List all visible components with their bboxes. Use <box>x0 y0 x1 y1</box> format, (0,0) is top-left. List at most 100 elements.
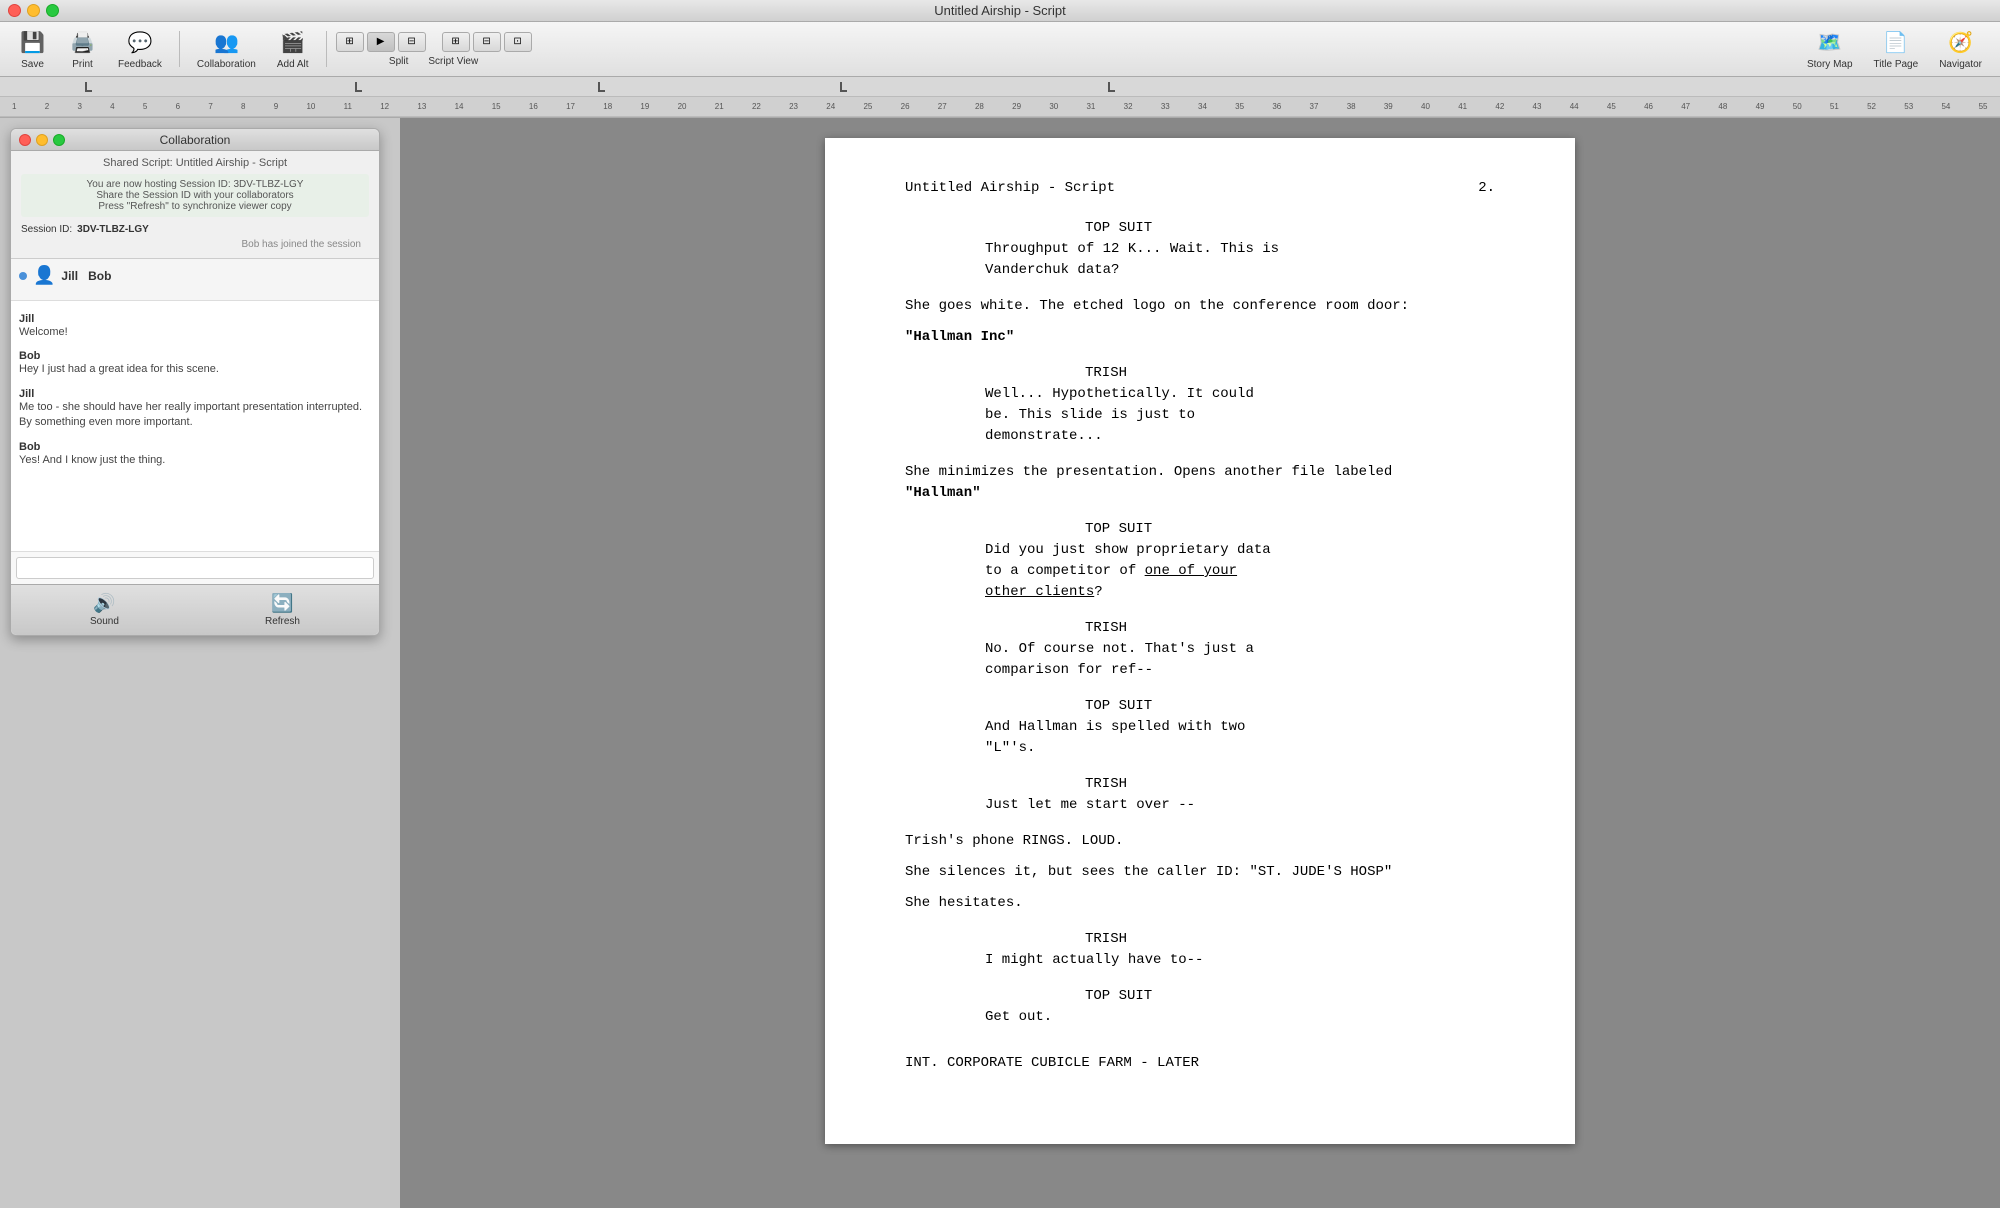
action-hesitates: She hesitates. <box>905 893 1495 914</box>
collab-maximize-button[interactable] <box>53 134 65 146</box>
feedback-icon: 💬 <box>126 29 154 57</box>
msg-bob-idea: Bob Hey I just had a great idea for this… <box>19 350 371 377</box>
save-icon: 💾 <box>19 29 47 57</box>
save-button[interactable]: 💾 Save <box>10 25 55 74</box>
collab-window-controls[interactable] <box>19 134 65 146</box>
toolbar: 💾 Save 🖨️ Print 💬 Feedback 👥 Collaborati… <box>0 22 2000 77</box>
bob-username: Bob <box>88 269 111 283</box>
view-btn-6[interactable]: ⊡ <box>504 32 532 52</box>
collab-session-info: You are now hosting Session ID: 3DV-TLBZ… <box>21 174 369 217</box>
script-view-label: Script View <box>428 56 478 67</box>
jill-dot-icon <box>19 272 27 280</box>
feedback-label: Feedback <box>118 59 162 70</box>
add-alt-icon: 🎬 <box>279 29 307 57</box>
story-map-label: Story Map <box>1807 59 1853 70</box>
msg-text-bob-2: Yes! And I know just the thing. <box>19 453 371 468</box>
print-label: Print <box>72 59 93 70</box>
action-phone-rings: Trish's phone RINGS. LOUD. <box>905 831 1495 852</box>
character-top-suit-4: TOP SUIT <box>1085 986 1495 1007</box>
collab-messages-body: Jill Welcome! Bob Hey I just had a great… <box>11 301 379 551</box>
sound-button[interactable]: 🔊 Sound <box>80 591 129 629</box>
navigator-label: Navigator <box>1939 59 1982 70</box>
bob-joined-notice: Bob has joined the session <box>21 237 369 252</box>
sound-icon: 🔊 <box>93 593 115 614</box>
session-info-line2: Share the Session ID with your collabora… <box>29 190 361 201</box>
scene-heading-cubicle: INT. CORPORATE CUBICLE FARM - LATER <box>905 1053 1495 1074</box>
dialogue-trish-4: I might actually have to-- <box>985 950 1415 971</box>
window-title: Untitled Airship - Script <box>934 3 1066 18</box>
collaboration-window: Collaboration Shared Script: Untitled Ai… <box>10 128 380 636</box>
collab-users-list: 👤 Jill Bob <box>11 259 379 301</box>
msg-jill-interrupted: Jill Me too - she should have her really… <box>19 388 371 431</box>
title-page-label: Title Page <box>1874 59 1919 70</box>
character-top-suit-3: TOP SUIT <box>1085 696 1495 717</box>
story-map-button[interactable]: 🗺️ Story Map <box>1799 25 1861 74</box>
save-label: Save <box>21 59 44 70</box>
msg-jill-welcome: Jill Welcome! <box>19 313 371 340</box>
toolbar-center-labels: Split Script View <box>389 56 478 67</box>
minimize-button[interactable] <box>27 4 40 17</box>
toolbar-center: ⊞ ▶ ⊟ ⊞ ⊟ ⊡ Split Script View <box>336 32 532 67</box>
refresh-button[interactable]: 🔄 Refresh <box>255 591 310 629</box>
view-btn-1[interactable]: ⊞ <box>336 32 364 52</box>
navigator-button[interactable]: 🧭 Navigator <box>1931 25 1990 74</box>
jill-username: Jill <box>61 269 78 283</box>
close-button[interactable] <box>8 4 21 17</box>
collab-message-input[interactable] <box>16 557 374 579</box>
collab-title: Collaboration <box>160 133 231 147</box>
character-top-suit-1: TOP SUIT <box>1085 218 1495 239</box>
rulers: 123456789 10111213141516171819 202122232… <box>0 77 2000 118</box>
character-trish-3: TRISH <box>1085 774 1495 795</box>
story-map-icon: 🗺️ <box>1816 29 1844 57</box>
maximize-button[interactable] <box>46 4 59 17</box>
collab-minimize-button[interactable] <box>36 134 48 146</box>
sidebar: Collaboration Shared Script: Untitled Ai… <box>0 118 400 1208</box>
collaboration-button[interactable]: 👥 Collaboration <box>189 25 264 74</box>
collab-close-button[interactable] <box>19 134 31 146</box>
msg-text-bob-1: Hey I just had a great idea for this sce… <box>19 362 371 377</box>
action-she-goes-white: She goes white. The etched logo on the c… <box>905 296 1495 317</box>
msg-bob-know: Bob Yes! And I know just the thing. <box>19 441 371 468</box>
dialogue-trish-2: No. Of course not. That's just acomparis… <box>985 639 1415 681</box>
character-trish-2: TRISH <box>1085 618 1495 639</box>
refresh-icon: 🔄 <box>271 593 293 614</box>
navigator-icon: 🧭 <box>1947 29 1975 57</box>
session-info-line3: Press "Refresh" to synchronize viewer co… <box>29 201 361 212</box>
dialogue-trish-3: Just let me start over -- <box>985 795 1415 816</box>
collab-input-area <box>11 551 379 584</box>
feedback-button[interactable]: 💬 Feedback <box>110 25 170 74</box>
view-btn-5[interactable]: ⊟ <box>473 32 501 52</box>
msg-sender-jill-2: Jill <box>19 388 371 400</box>
action-minimizes: She minimizes the presentation. Opens an… <box>905 462 1495 504</box>
msg-sender-bob-1: Bob <box>19 350 371 362</box>
number-ruler: 123456789 10111213141516171819 202122232… <box>0 97 2000 117</box>
print-button[interactable]: 🖨️ Print <box>60 25 105 74</box>
toolbar-divider-1 <box>179 31 180 67</box>
split-label: Split <box>389 56 408 67</box>
add-alt-button[interactable]: 🎬 Add Alt <box>269 25 317 74</box>
collab-messages: Jill Welcome! Bob Hey I just had a great… <box>19 309 371 482</box>
script-content: TOP SUIT Throughput of 12 K... Wait. Thi… <box>905 218 1495 1074</box>
view-controls: ⊞ ▶ ⊟ ⊞ ⊟ ⊡ <box>336 32 532 52</box>
view-btn-2[interactable]: ▶ <box>367 32 395 52</box>
jill-person-icon: 👤 <box>33 265 55 286</box>
page-number: 2. <box>1478 178 1495 199</box>
view-btn-3[interactable]: ⊟ <box>398 32 426 52</box>
document-area[interactable]: Untitled Airship - Script 2. TOP SUIT Th… <box>400 118 2000 1208</box>
dialogue-top-suit-4: Get out. <box>985 1007 1415 1028</box>
collaboration-icon: 👥 <box>212 29 240 57</box>
window-controls[interactable] <box>8 4 59 17</box>
msg-text-jill-2: Me too - she should have her really impo… <box>19 400 371 431</box>
collab-user-bob: Bob <box>88 265 111 286</box>
session-id-label: Session ID: <box>21 224 72 235</box>
script-page: Untitled Airship - Script 2. TOP SUIT Th… <box>825 138 1575 1144</box>
page-title-text: Untitled Airship - Script <box>905 178 1115 199</box>
title-page-button[interactable]: 📄 Title Page <box>1866 25 1927 74</box>
collaboration-label: Collaboration <box>197 59 256 70</box>
character-top-suit-2: TOP SUIT <box>1085 519 1495 540</box>
collab-user-jill: 👤 Jill <box>19 265 78 286</box>
view-btn-4[interactable]: ⊞ <box>442 32 470 52</box>
dialogue-top-suit-2: Did you just show proprietary datato a c… <box>985 540 1415 603</box>
title-bar: Untitled Airship - Script <box>0 0 2000 22</box>
collab-footer: 🔊 Sound 🔄 Refresh <box>11 584 379 635</box>
